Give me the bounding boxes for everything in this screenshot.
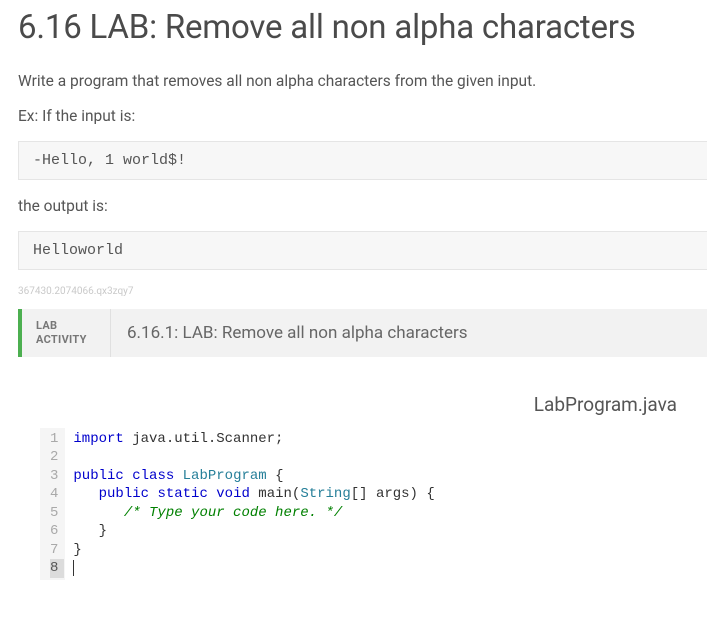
code-line[interactable]: import java.util.Scanner; <box>73 430 434 448</box>
code-editor[interactable]: 12345678 import java.util.Scanner; public… <box>40 428 707 580</box>
code-line[interactable]: /* Type your code here. */ <box>73 504 434 522</box>
example-output-label: the output is: <box>18 196 707 217</box>
line-number: 2 <box>50 448 58 466</box>
page: 6.16 LAB: Remove all non alpha character… <box>0 0 707 580</box>
code-area[interactable]: import java.util.Scanner; public class La… <box>65 428 434 580</box>
lab-activity-badge: LAB ACTIVITY <box>22 309 110 357</box>
lab-activity-title: 6.16.1: LAB: Remove all non alpha charac… <box>110 309 484 357</box>
example-output-box: Helloworld <box>18 231 707 270</box>
code-line[interactable]: public class LabProgram { <box>73 467 434 485</box>
line-number: 7 <box>50 541 58 559</box>
page-title: 6.16 LAB: Remove all non alpha character… <box>18 8 707 47</box>
line-number: 6 <box>50 522 58 540</box>
line-number-gutter: 12345678 <box>40 428 65 580</box>
text-cursor <box>73 560 74 576</box>
code-line[interactable]: public static void main(String[] args) { <box>73 485 434 503</box>
filename-label: LabProgram.java <box>18 385 707 428</box>
lab-badge-line2: ACTIVITY <box>36 333 110 347</box>
line-number: 3 <box>50 467 58 485</box>
line-number: 8 <box>50 559 64 577</box>
lab-activity-header: LAB ACTIVITY 6.16.1: LAB: Remove all non… <box>18 309 707 357</box>
tiny-id-text: 367430.2074066.qx3zqy7 <box>18 286 707 297</box>
example-input-label: Ex: If the input is: <box>18 106 707 127</box>
line-number: 1 <box>50 430 58 448</box>
instructions-text: Write a program that removes all non alp… <box>18 71 707 92</box>
lab-badge-line1: LAB <box>36 319 110 333</box>
code-line[interactable] <box>73 448 434 466</box>
line-number: 5 <box>50 504 58 522</box>
example-input-box: -Hello, 1 world$! <box>18 141 707 180</box>
code-line[interactable] <box>73 559 434 577</box>
code-line[interactable]: } <box>73 541 434 559</box>
line-number: 4 <box>50 485 58 503</box>
code-line[interactable]: } <box>73 522 434 540</box>
